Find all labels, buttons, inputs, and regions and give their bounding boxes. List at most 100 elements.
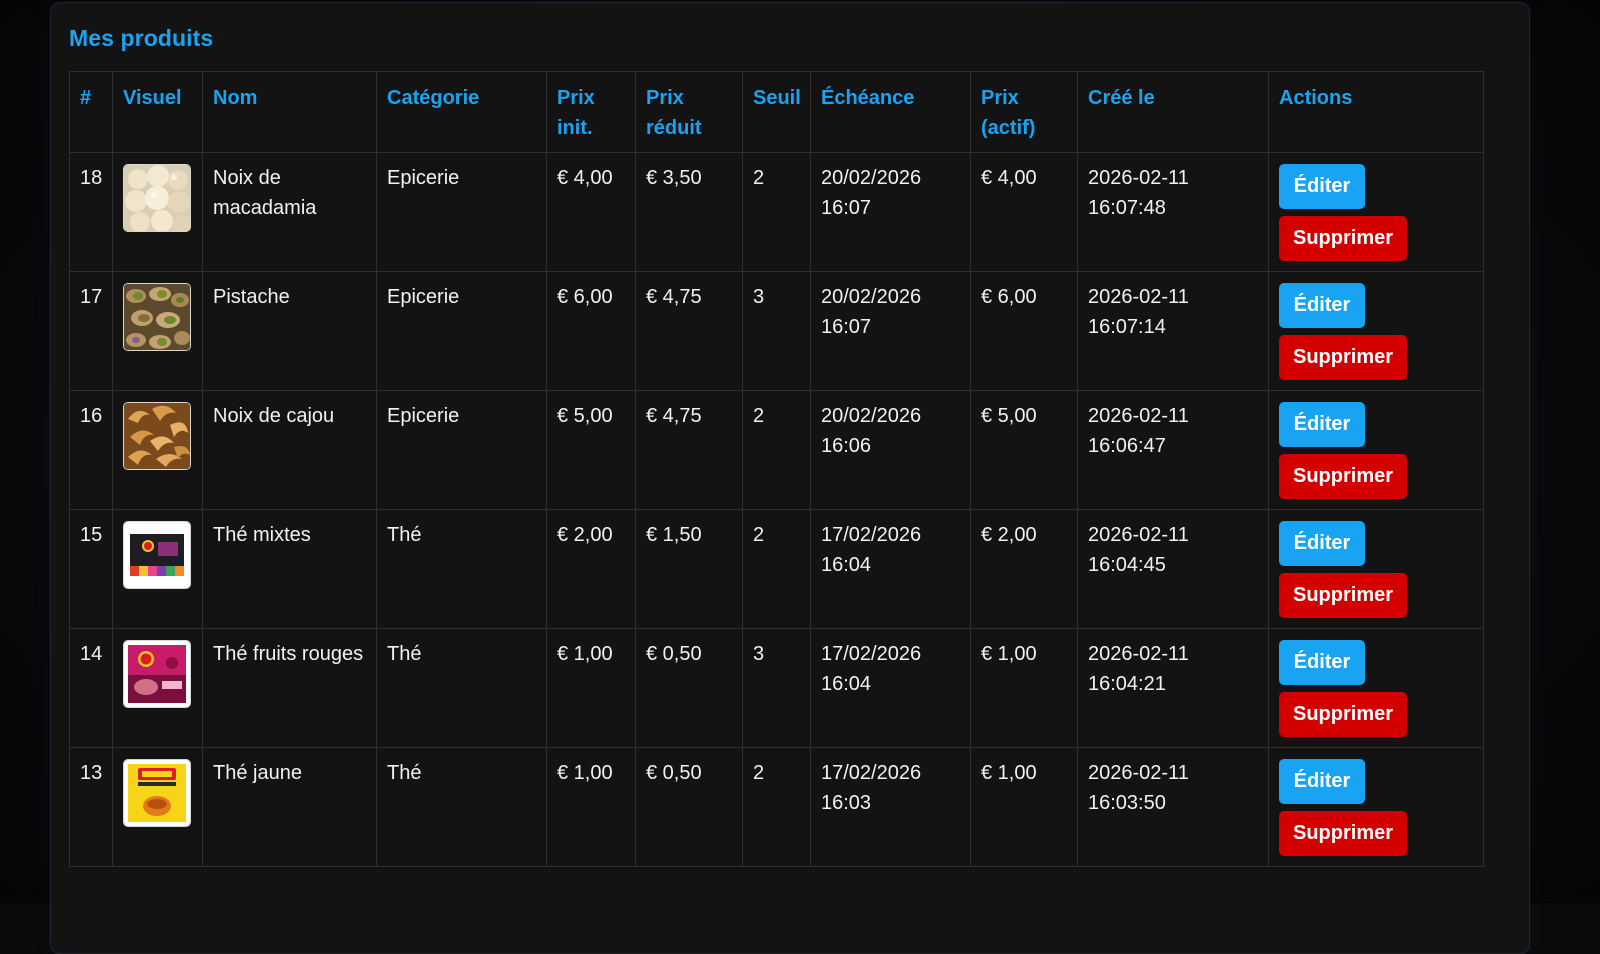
cell-category: Epicerie xyxy=(376,152,547,272)
delete-button[interactable]: Supprimer xyxy=(1279,811,1407,856)
cell-deadline: 20/02/2026 16:06 xyxy=(810,390,971,510)
column-header-threshold[interactable]: Seuil xyxy=(742,71,811,153)
cell-created: 2026-02-11 16:03:50 xyxy=(1077,747,1269,867)
cell-reduced-price: € 1,50 xyxy=(635,509,743,629)
cell-created: 2026-02-11 16:07:48 xyxy=(1077,152,1269,272)
column-header-visual[interactable]: Visuel xyxy=(112,71,203,153)
delete-button[interactable]: Supprimer xyxy=(1279,216,1407,261)
cell-actions: Éditer Supprimer xyxy=(1268,152,1484,272)
delete-button[interactable]: Supprimer xyxy=(1279,573,1407,618)
cell-name: Thé jaune xyxy=(202,747,377,867)
cell-reduced-price: € 0,50 xyxy=(635,747,743,867)
cell-name: Thé mixtes xyxy=(202,509,377,629)
cell-visual xyxy=(112,152,203,272)
table-row: 13 Thé jaune Thé € 1,00 € 0,50 2 17/02/2… xyxy=(69,747,1484,867)
cell-created: 2026-02-11 16:07:14 xyxy=(1077,271,1269,391)
edit-button[interactable]: Éditer xyxy=(1279,164,1365,209)
column-header-name[interactable]: Nom xyxy=(202,71,377,153)
column-header-created[interactable]: Créé le xyxy=(1077,71,1269,153)
cell-id: 16 xyxy=(69,390,113,510)
cell-threshold: 3 xyxy=(742,628,811,748)
cell-deadline: 20/02/2026 16:07 xyxy=(810,152,971,272)
cell-deadline: 20/02/2026 16:07 xyxy=(810,271,971,391)
cell-id: 14 xyxy=(69,628,113,748)
cell-name: Noix de macadamia xyxy=(202,152,377,272)
cell-category: Thé xyxy=(376,509,547,629)
cell-active-price: € 5,00 xyxy=(970,390,1078,510)
cell-threshold: 3 xyxy=(742,271,811,391)
cell-id: 13 xyxy=(69,747,113,867)
column-header-active-price[interactable]: Prix (actif) xyxy=(970,71,1078,153)
column-header-id[interactable]: # xyxy=(69,71,113,153)
cell-category: Epicerie xyxy=(376,271,547,391)
cell-actions: Éditer Supprimer xyxy=(1268,628,1484,748)
column-header-deadline[interactable]: Échéance xyxy=(810,71,971,153)
pistachio-photo-icon[interactable] xyxy=(123,283,191,351)
cell-category: Thé xyxy=(376,747,547,867)
cell-created: 2026-02-11 16:04:45 xyxy=(1077,509,1269,629)
cell-name: Thé fruits rouges xyxy=(202,628,377,748)
cell-name: Noix de cajou xyxy=(202,390,377,510)
cell-reduced-price: € 0,50 xyxy=(635,628,743,748)
cell-initial-price: € 2,00 xyxy=(546,509,636,629)
cell-threshold: 2 xyxy=(742,390,811,510)
cell-active-price: € 1,00 xyxy=(970,628,1078,748)
cell-reduced-price: € 4,75 xyxy=(635,390,743,510)
cell-initial-price: € 6,00 xyxy=(546,271,636,391)
edit-button[interactable]: Éditer xyxy=(1279,640,1365,685)
delete-button[interactable]: Supprimer xyxy=(1279,454,1407,499)
table-row: 18 Noix de macadamia Epicerie € 4,00 € 3… xyxy=(69,152,1484,272)
cell-active-price: € 6,00 xyxy=(970,271,1078,391)
column-header-initial-price[interactable]: Prix init. xyxy=(546,71,636,153)
cell-initial-price: € 1,00 xyxy=(546,628,636,748)
cell-initial-price: € 4,00 xyxy=(546,152,636,272)
cell-visual xyxy=(112,390,203,510)
cell-threshold: 2 xyxy=(742,152,811,272)
cell-id: 15 xyxy=(69,509,113,629)
cell-deadline: 17/02/2026 16:04 xyxy=(810,509,971,629)
delete-button[interactable]: Supprimer xyxy=(1279,335,1407,380)
cell-initial-price: € 5,00 xyxy=(546,390,636,510)
red-fruit-tea-box-photo-icon[interactable] xyxy=(123,640,191,708)
cell-category: Epicerie xyxy=(376,390,547,510)
table-header-row: # Visuel Nom Catégorie Prix init. Prix réd… xyxy=(69,71,1484,153)
edit-button[interactable]: Éditer xyxy=(1279,759,1365,804)
cashew-nuts-photo-icon[interactable] xyxy=(123,402,191,470)
cell-visual xyxy=(112,747,203,867)
cell-created: 2026-02-11 16:04:21 xyxy=(1077,628,1269,748)
cell-id: 17 xyxy=(69,271,113,391)
cell-created: 2026-02-11 16:06:47 xyxy=(1077,390,1269,510)
cell-actions: Éditer Supprimer xyxy=(1268,509,1484,629)
edit-button[interactable]: Éditer xyxy=(1279,283,1365,328)
edit-button[interactable]: Éditer xyxy=(1279,402,1365,447)
cell-visual xyxy=(112,509,203,629)
cell-name: Pistache xyxy=(202,271,377,391)
column-header-actions: Actions xyxy=(1268,71,1484,153)
cell-active-price: € 4,00 xyxy=(970,152,1078,272)
section-title: Mes produits xyxy=(69,25,214,51)
table-row: 16 Noix de cajou Epicerie € 5,00 € 4,75 … xyxy=(69,390,1484,510)
table-row: 17 Pistache Epicerie € 6,00 € 4,75 3 20/… xyxy=(69,271,1484,391)
cell-deadline: 17/02/2026 16:03 xyxy=(810,747,971,867)
table-row: 15 Thé mixtes Thé € 2,00 € 1,50 2 17/02/… xyxy=(69,509,1484,629)
edit-button[interactable]: Éditer xyxy=(1279,521,1365,566)
table-row: 14 Thé fruits rouges Thé € 1,00 € 0,50 3… xyxy=(69,628,1484,748)
column-header-category[interactable]: Catégorie xyxy=(376,71,547,153)
cell-id: 18 xyxy=(69,152,113,272)
delete-button[interactable]: Supprimer xyxy=(1279,692,1407,737)
tea-assortment-box-photo-icon[interactable] xyxy=(123,521,191,589)
macadamia-nuts-photo-icon[interactable] xyxy=(123,164,191,232)
cell-visual xyxy=(112,271,203,391)
cell-deadline: 17/02/2026 16:04 xyxy=(810,628,971,748)
yellow-label-tea-box-photo-icon[interactable] xyxy=(123,759,191,827)
cell-actions: Éditer Supprimer xyxy=(1268,390,1484,510)
products-table: # Visuel Nom Catégorie Prix init. Prix réd… xyxy=(69,71,1484,867)
cell-active-price: € 2,00 xyxy=(970,509,1078,629)
cell-threshold: 2 xyxy=(742,509,811,629)
cell-active-price: € 1,00 xyxy=(970,747,1078,867)
cell-reduced-price: € 3,50 xyxy=(635,152,743,272)
cell-threshold: 2 xyxy=(742,747,811,867)
column-header-reduced-price[interactable]: Prix réduit xyxy=(635,71,743,153)
cell-reduced-price: € 4,75 xyxy=(635,271,743,391)
cell-initial-price: € 1,00 xyxy=(546,747,636,867)
